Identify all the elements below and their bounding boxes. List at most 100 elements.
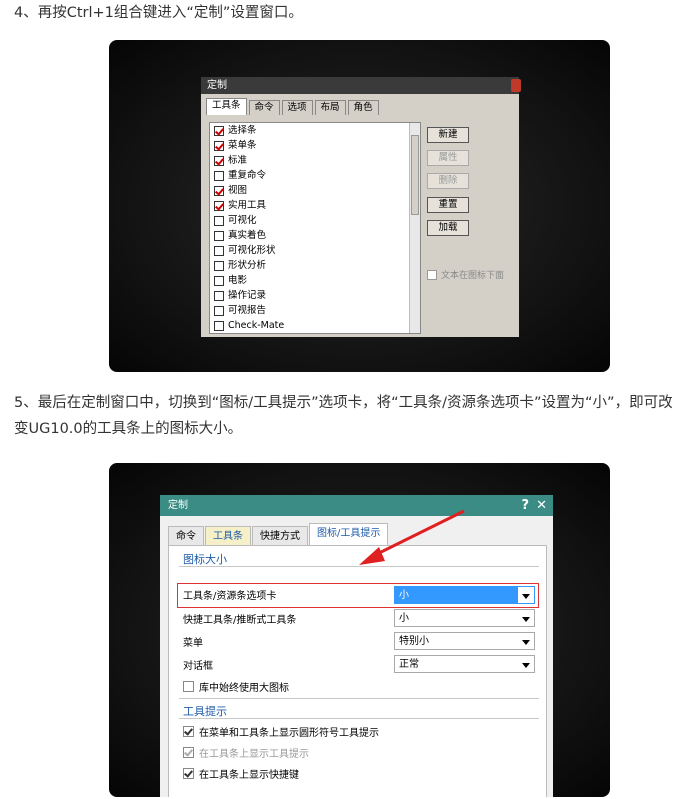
arrow-line bbox=[368, 509, 465, 560]
checkbox-icon[interactable] bbox=[214, 200, 224, 211]
checkbox-icon bbox=[427, 269, 437, 280]
tab-layout[interactable]: 布局 bbox=[314, 100, 346, 115]
list-item[interactable]: 标准 bbox=[210, 153, 408, 168]
list-item[interactable]: 选择条 bbox=[210, 123, 408, 138]
checkbox-icon[interactable] bbox=[214, 170, 224, 181]
list-item[interactable]: 重复命令 bbox=[210, 168, 408, 183]
list-item[interactable]: 可视化形状 bbox=[210, 243, 408, 258]
tab-toolbars[interactable]: 工具条 bbox=[206, 98, 247, 115]
large-icons-label: 库中始终使用大图标 bbox=[199, 683, 289, 694]
help-icon[interactable]: ? bbox=[521, 495, 529, 516]
checkbox-icon[interactable] bbox=[214, 260, 224, 271]
divider bbox=[179, 718, 539, 719]
list-item[interactable]: 可视报告 bbox=[210, 303, 408, 318]
list-item[interactable]: 操作记录 bbox=[210, 288, 408, 303]
tab-shortcuts[interactable]: 快捷方式 bbox=[252, 526, 308, 546]
checkbox-icon[interactable] bbox=[214, 290, 224, 301]
tooltips-heading: 工具提示 bbox=[183, 705, 227, 718]
step-5-text: 5、最后在定制窗口中，切换到“图标/工具提示”选项卡，将“工具条/资源条选项卡”… bbox=[14, 395, 673, 437]
scrollbar-thumb[interactable] bbox=[411, 135, 419, 215]
screenshot-frame-1: 定制 工具条 命令 选项 布局 角色 选择条菜单条标准重复命令视图实用工具可视化… bbox=[109, 40, 610, 372]
icon-size-heading: 图标大小 bbox=[183, 553, 227, 566]
checkbox-icon bbox=[183, 747, 194, 758]
checkbox-icon[interactable] bbox=[214, 125, 224, 136]
shortcut-tooltips-checkbox[interactable]: 在工具条上显示快捷键 bbox=[183, 766, 299, 781]
tab-strip: 工具条 命令 选项 布局 角色 bbox=[206, 98, 381, 115]
red-arrow-annotation bbox=[359, 509, 465, 565]
list-item-label: Check-Mate bbox=[228, 320, 285, 331]
large-icons-checkbox[interactable]: 库中始终使用大图标 bbox=[183, 679, 289, 694]
list-item[interactable]: 真实着色 bbox=[210, 228, 408, 243]
scrollbar[interactable] bbox=[409, 123, 420, 333]
list-item[interactable]: 形状分析 bbox=[210, 258, 408, 273]
list-item[interactable]: Check-Mate bbox=[210, 318, 408, 333]
load-button[interactable]: 加载 bbox=[427, 220, 469, 236]
symbol-tooltips-label: 在菜单和工具条上显示圆形符号工具提示 bbox=[199, 728, 379, 739]
divider bbox=[179, 698, 539, 699]
new-button[interactable]: 新建 bbox=[427, 127, 469, 143]
list-item[interactable]: 可视化 bbox=[210, 213, 408, 228]
list-item-label: 可视化 bbox=[228, 215, 257, 226]
list-item[interactable]: 电影 bbox=[210, 273, 408, 288]
list-item[interactable]: 视图 bbox=[210, 183, 408, 198]
toolbar-tabs-size-select[interactable]: 小 bbox=[394, 586, 535, 604]
checkbox-icon bbox=[183, 726, 194, 737]
list-item[interactable]: 菜单条 bbox=[210, 138, 408, 153]
symbol-tooltips-checkbox[interactable]: 在菜单和工具条上显示圆形符号工具提示 bbox=[183, 724, 379, 739]
list-item-label: 选择条 bbox=[228, 125, 257, 136]
row-label-menu: 菜单 bbox=[183, 638, 203, 649]
properties-button[interactable]: 属性 bbox=[427, 150, 469, 166]
checkbox-icon bbox=[183, 681, 194, 692]
tab-commands[interactable]: 命令 bbox=[168, 526, 204, 546]
list-item[interactable]: 实用工具 bbox=[210, 198, 408, 213]
checkbox-icon[interactable] bbox=[214, 155, 224, 166]
close-icon[interactable] bbox=[511, 79, 521, 92]
list-item-label: 重复命令 bbox=[228, 170, 267, 181]
menu-size-select[interactable]: 特别小 bbox=[394, 632, 535, 650]
dialog-title-bar: 定制 bbox=[201, 77, 521, 94]
select-value: 特别小 bbox=[399, 636, 429, 647]
chevron-down-icon bbox=[522, 617, 530, 622]
select-value: 小 bbox=[399, 613, 409, 624]
delete-button[interactable]: 删除 bbox=[427, 173, 469, 189]
dialog-title: 定制 bbox=[207, 80, 227, 91]
dialog-size-select[interactable]: 正常 bbox=[394, 655, 535, 673]
close-icon[interactable]: ✕ bbox=[536, 495, 547, 516]
checkbox-icon[interactable] bbox=[214, 140, 224, 151]
list-item-label: 可视化形状 bbox=[228, 245, 276, 256]
reset-button[interactable]: 重置 bbox=[427, 197, 469, 213]
checkbox-icon bbox=[183, 768, 194, 779]
row-label-quick-toolbar: 快捷工具条/推断式工具条 bbox=[183, 615, 297, 626]
customize-dialog-classic: 定制 工具条 命令 选项 布局 角色 选择条菜单条标准重复命令视图实用工具可视化… bbox=[201, 77, 521, 337]
checkbox-icon[interactable] bbox=[214, 320, 224, 331]
list-item-label: 视图 bbox=[228, 185, 248, 196]
tab-toolbars[interactable]: 工具条 bbox=[205, 526, 251, 546]
checkbox-icon[interactable] bbox=[214, 305, 224, 316]
icons-tooltips-panel: 图标大小 工具条/资源条选项卡 小 快捷工具条/推断式工具条 小 菜单 特别小 … bbox=[168, 545, 547, 797]
select-value: 正常 bbox=[399, 659, 419, 670]
checkbox-icon[interactable] bbox=[214, 230, 224, 241]
chevron-down-icon bbox=[522, 663, 530, 668]
chevron-down-icon bbox=[522, 640, 530, 645]
tab-roles[interactable]: 角色 bbox=[347, 100, 379, 115]
quick-toolbar-size-select[interactable]: 小 bbox=[394, 609, 535, 627]
screenshot-frame-2: 定制 ? ✕ 命令 工具条 快捷方式 图标/工具提示 图标大小 工具条/资源条选… bbox=[109, 463, 610, 797]
toolbar-list-items: 选择条菜单条标准重复命令视图实用工具可视化真实着色可视化形状形状分析电影操作记录… bbox=[210, 123, 408, 333]
checkbox-icon[interactable] bbox=[214, 275, 224, 286]
toolbar-tooltips-checkbox[interactable]: 在工具条上显示工具提示 bbox=[183, 745, 309, 760]
checkbox-icon[interactable] bbox=[214, 215, 224, 226]
list-item-label: 标准 bbox=[228, 155, 248, 166]
checkbox-icon[interactable] bbox=[214, 185, 224, 196]
list-item-label: 操作记录 bbox=[228, 290, 267, 301]
list-item-label: 真实着色 bbox=[228, 230, 267, 241]
tab-options[interactable]: 选项 bbox=[281, 100, 313, 115]
list-item-label: 形状分析 bbox=[228, 260, 267, 271]
text-below-icon-checkbox[interactable]: 文本在图标下面 bbox=[427, 268, 504, 281]
row-label-toolbar-tabs: 工具条/资源条选项卡 bbox=[183, 591, 277, 602]
row-label-dialog: 对话框 bbox=[183, 661, 213, 672]
shortcut-tooltips-label: 在工具条上显示快捷键 bbox=[199, 770, 299, 781]
tab-commands[interactable]: 命令 bbox=[248, 100, 280, 115]
step-4-text: 4、再按Ctrl+1组合键进入“定制”设置窗口。 bbox=[14, 5, 303, 21]
chevron-down-icon bbox=[522, 594, 530, 599]
checkbox-icon[interactable] bbox=[214, 245, 224, 256]
